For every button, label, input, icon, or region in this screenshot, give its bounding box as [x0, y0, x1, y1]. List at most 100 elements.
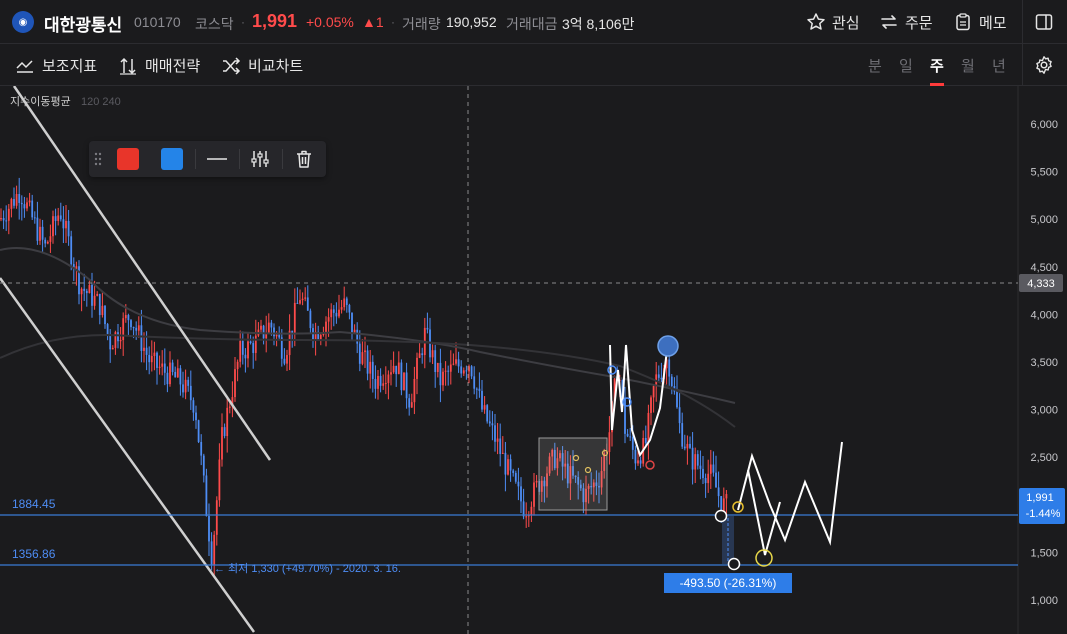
adjust-sliders-icon[interactable]: [249, 148, 271, 170]
line-color-swatch[interactable]: [117, 148, 139, 170]
drag-handle-icon[interactable]: [94, 152, 102, 166]
candle-body: [715, 472, 717, 488]
candle-body: [132, 327, 135, 329]
candle-body: [457, 359, 460, 367]
candle-body: [413, 378, 416, 403]
candle-body: [634, 449, 637, 464]
candle-body: [299, 300, 301, 304]
candle-body: [153, 352, 156, 357]
candle-body: [59, 215, 62, 220]
candle-body: [117, 332, 119, 342]
marker-circle-high[interactable]: [657, 335, 679, 357]
candle-body: [91, 284, 93, 306]
candle-body: [85, 290, 88, 294]
stock-name[interactable]: 대한광통신: [44, 11, 122, 36]
candle-body: [304, 297, 307, 299]
candle-body: [725, 494, 728, 499]
candle-body: [111, 347, 114, 350]
compare-label: 비교차트: [248, 58, 304, 75]
separator-dot: ·: [391, 15, 395, 29]
y-tick-label: 4,000: [1030, 309, 1058, 321]
candle-body: [442, 371, 444, 386]
candle-body: [83, 288, 86, 291]
panel-toggle-button[interactable]: [1034, 10, 1054, 34]
candle-body: [434, 350, 437, 373]
candle-body: [163, 363, 166, 373]
up-down-arrows-icon: [120, 57, 136, 75]
candle-body: [221, 427, 223, 460]
candle-body: [278, 334, 281, 338]
strategy-button[interactable]: 매매전략: [118, 55, 200, 76]
candle-body: [637, 460, 639, 464]
zigzag-projection[interactable]: [737, 441, 843, 546]
candle-body: [405, 372, 408, 399]
volume-label: 거래량: [402, 16, 441, 32]
candle-body: [205, 475, 208, 517]
candle-body: [267, 322, 270, 333]
consolidation-box[interactable]: [538, 437, 608, 511]
divider: [1022, 44, 1023, 86]
candle-body: [169, 362, 171, 385]
candle-body: [195, 412, 197, 421]
candle-body: [156, 352, 158, 368]
candle-body: [509, 459, 512, 471]
candle-body: [20, 202, 23, 205]
candle-body: [296, 302, 299, 304]
candle-body: [234, 369, 236, 398]
candle-body: [130, 320, 132, 328]
zigzag-projection-b[interactable]: [747, 469, 781, 556]
candle-body: [496, 438, 499, 442]
sidebar-panel-icon: [1035, 14, 1053, 30]
candle-body: [80, 288, 83, 295]
candle-body: [187, 379, 190, 386]
zigzag-past[interactable]: [609, 344, 668, 458]
candle-body: [36, 217, 39, 241]
candle-body: [369, 361, 372, 374]
fill-color-swatch[interactable]: [161, 148, 183, 170]
candle-body: [520, 486, 522, 502]
candle-body: [699, 465, 702, 469]
candle-body: [7, 208, 10, 221]
candle-body: [327, 317, 330, 322]
candle-body: [535, 480, 538, 483]
candle-body: [382, 383, 385, 386]
period-month[interactable]: 월: [961, 55, 975, 76]
candle-body: [171, 362, 174, 372]
line-style-icon[interactable]: [205, 150, 229, 168]
measure-handle-top[interactable]: [714, 509, 728, 523]
candle-body: [366, 350, 369, 374]
candle-body: [192, 400, 195, 413]
candle-body: [260, 325, 262, 330]
candle-body: [691, 447, 694, 470]
candle-body: [444, 370, 447, 372]
candle-body: [306, 297, 309, 311]
current-price: 1,991: [252, 11, 298, 31]
amount-value: 3억 8,106만: [562, 16, 635, 32]
period-minute[interactable]: 분: [868, 55, 882, 76]
candle-body: [335, 312, 338, 317]
chart-settings-button[interactable]: [1034, 55, 1054, 75]
memo-button[interactable]: 메모: [953, 10, 1007, 34]
period-week[interactable]: 주: [930, 55, 944, 76]
candle-body: [262, 325, 265, 339]
candle-body: [176, 368, 179, 378]
compare-button[interactable]: 비교차트: [221, 55, 303, 76]
candle-body: [504, 452, 507, 475]
marker-circle: [645, 460, 655, 470]
candle-body: [608, 432, 611, 452]
period-year[interactable]: 년: [992, 55, 1006, 76]
candle-body: [5, 220, 8, 222]
current-change-axis-label: -1.44%: [1026, 508, 1061, 520]
candle-body: [208, 516, 210, 542]
trash-icon[interactable]: [293, 148, 315, 170]
measure-handle-bottom[interactable]: [727, 557, 741, 571]
divider: [1022, 0, 1023, 44]
indicator-button[interactable]: 보조지표: [15, 55, 97, 76]
order-button[interactable]: 주문: [879, 10, 933, 34]
y-tick-label: 3,500: [1030, 357, 1058, 369]
strategy-label: 매매전략: [145, 58, 201, 75]
watchlist-button[interactable]: 관심: [806, 10, 860, 34]
period-day[interactable]: 일: [899, 55, 913, 76]
candle-body: [447, 370, 450, 372]
candle-body: [0, 218, 2, 220]
